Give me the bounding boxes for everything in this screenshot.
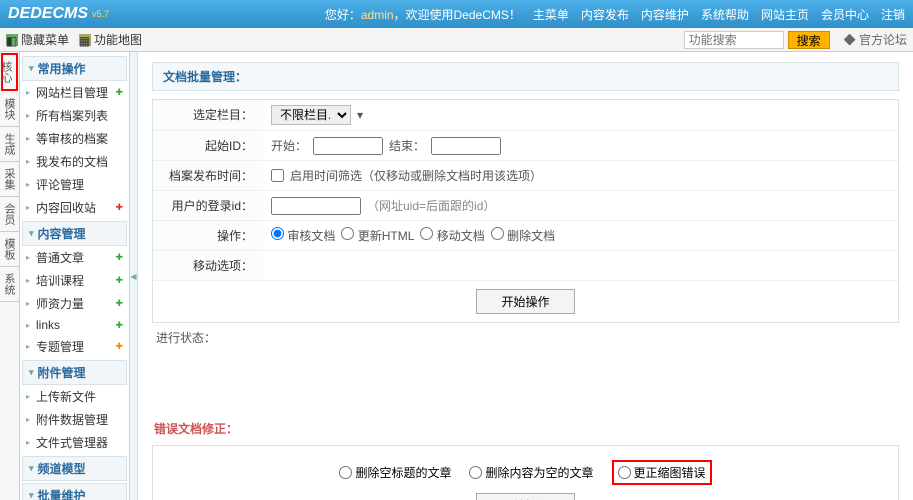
sitemap-icon: ▦ xyxy=(79,34,91,46)
userid-hint: （网址uid=后面跟的id） xyxy=(367,197,495,214)
sidebar-item[interactable]: 我发布的文档 xyxy=(22,150,127,173)
label-userid: 用户的登录id： xyxy=(153,191,263,220)
sidebar-group-head[interactable]: 内容管理 xyxy=(22,221,127,246)
toolbar: ◧ 隐藏菜单 ▦ 功能地图 搜索 ◆ 官方论坛 xyxy=(0,28,913,52)
tab-member[interactable]: 会员 xyxy=(0,197,19,232)
search-input[interactable] xyxy=(684,31,784,49)
sidebar-group-head[interactable]: 常用操作 xyxy=(22,56,127,81)
sidebar-item[interactable]: 评论管理 xyxy=(22,173,127,196)
nav-publish[interactable]: 内容发布 xyxy=(581,6,629,23)
version: v5.7 xyxy=(92,9,109,19)
label-start: 开始： xyxy=(271,137,307,154)
search-button[interactable]: 搜索 xyxy=(788,31,830,49)
add-icon[interactable]: ✚ xyxy=(115,320,123,331)
sidebar-group-head[interactable]: 批量维护 xyxy=(22,483,127,500)
start-button[interactable]: 开始操作 xyxy=(476,289,574,314)
batch-form: 选定栏目： 不限栏目... ▾ 起始ID： 开始： 结束： 档案发布时间： xyxy=(152,99,899,323)
sidebar-group-head[interactable]: 附件管理 xyxy=(22,360,127,385)
radio-html[interactable]: 更新HTML xyxy=(341,227,414,244)
splitter[interactable] xyxy=(130,52,138,500)
sidebar-item[interactable]: 上传新文件 xyxy=(22,385,127,408)
fix-start-button[interactable]: 开始操作 xyxy=(476,493,574,500)
user-link[interactable]: admin xyxy=(361,8,394,22)
logo: DEDECMS xyxy=(8,5,88,23)
welcome-text: 您好：admin，欢迎使用DedeCMS！ xyxy=(325,6,521,23)
label-end: 结束： xyxy=(389,137,425,154)
sidebar-item[interactable]: links✚ xyxy=(22,315,127,335)
sidebar-item[interactable]: 培训课程✚ xyxy=(22,269,127,292)
label-action: 操作： xyxy=(153,221,263,250)
label-moveopt: 移动选项： xyxy=(153,251,263,280)
radio-audit[interactable]: 审核文档 xyxy=(271,227,335,244)
nav-home[interactable]: 网站主页 xyxy=(761,6,809,23)
pubtime-checkbox[interactable] xyxy=(271,169,284,182)
radio-delete[interactable]: 删除文档 xyxy=(491,227,555,244)
chevron-down-icon: ▾ xyxy=(357,108,363,122)
fix-opt-empty-body[interactable]: 删除内容为空的文章 xyxy=(469,464,593,481)
fix-opt-thumb[interactable]: 更正缩图错误 xyxy=(612,460,712,485)
hide-menu-button[interactable]: ◧ 隐藏菜单 xyxy=(6,31,69,48)
add-icon[interactable]: ✚ xyxy=(115,341,123,352)
sidebar-item[interactable]: 网站栏目管理✚ xyxy=(22,81,127,104)
sidebar-item[interactable]: 所有档案列表 xyxy=(22,104,127,127)
tab-collect[interactable]: 采集 xyxy=(0,162,19,197)
forum-link[interactable]: ◆ 官方论坛 xyxy=(844,31,907,48)
main-content: 文档批量管理： 选定栏目： 不限栏目... ▾ 起始ID： 开始： 结束： xyxy=(138,52,913,500)
tab-system[interactable]: 系统 xyxy=(0,267,19,302)
menu-icon: ◧ xyxy=(6,34,18,46)
sidebar-item[interactable]: 文件式管理器 xyxy=(22,431,127,454)
tab-generate[interactable]: 生成 xyxy=(0,127,19,162)
fix-box: 删除空标题的文章 删除内容为空的文章 更正缩图错误 开始操作 xyxy=(152,445,899,500)
action-radios: 审核文档 更新HTML 移动文档 删除文档 xyxy=(263,221,898,250)
sidebar-item[interactable]: 等审核的档案 xyxy=(22,127,127,150)
pubtime-opt-text: 启用时间筛选（仅移动或删除文档时用该选项） xyxy=(290,167,542,184)
nav-maintain[interactable]: 内容维护 xyxy=(641,6,689,23)
tab-core[interactable]: 核心 xyxy=(1,53,18,91)
left-tabs: 核心 模块 生成 采集 会员 模板 系统 xyxy=(0,52,20,500)
userid-input[interactable] xyxy=(271,197,361,215)
sidebar-item[interactable]: 内容回收站✚ xyxy=(22,196,127,219)
sidebar-item[interactable]: 附件数据管理 xyxy=(22,408,127,431)
sitemap-button[interactable]: ▦ 功能地图 xyxy=(79,31,142,48)
label-startid: 起始ID： xyxy=(153,131,263,160)
end-input[interactable] xyxy=(431,137,501,155)
status-label: 进行状态： xyxy=(152,323,899,352)
nav-member[interactable]: 会员中心 xyxy=(821,6,869,23)
add-icon[interactable]: ✚ xyxy=(115,275,123,286)
sidebar: 常用操作网站栏目管理✚所有档案列表等审核的档案我发布的文档评论管理内容回收站✚内… xyxy=(20,52,130,500)
tab-module[interactable]: 模块 xyxy=(0,92,19,127)
add-icon[interactable]: ✚ xyxy=(115,298,123,309)
sidebar-item[interactable]: 普通文章✚ xyxy=(22,246,127,269)
add-icon[interactable]: ✚ xyxy=(115,252,123,263)
sidebar-item[interactable]: 专题管理✚ xyxy=(22,335,127,358)
add-icon[interactable]: ✚ xyxy=(115,202,123,213)
tab-template[interactable]: 模板 xyxy=(0,232,19,267)
fix-opt-empty-title[interactable]: 删除空标题的文章 xyxy=(339,464,451,481)
sidebar-group-head[interactable]: 频道模型 xyxy=(22,456,127,481)
sidebar-item[interactable]: 师资力量✚ xyxy=(22,292,127,315)
app-header: DEDECMS v5.7 您好：admin，欢迎使用DedeCMS！ 主菜单 内… xyxy=(0,0,913,28)
fix-title: 错误文档修正： xyxy=(152,412,899,445)
header-links: 您好：admin，欢迎使用DedeCMS！ 主菜单 内容发布 内容维护 系统帮助… xyxy=(325,6,905,23)
add-icon[interactable]: ✚ xyxy=(115,87,123,98)
radio-move[interactable]: 移动文档 xyxy=(420,227,484,244)
nav-help[interactable]: 系统帮助 xyxy=(701,6,749,23)
nav-logout[interactable]: 注销 xyxy=(881,6,905,23)
page-title: 文档批量管理： xyxy=(152,62,899,91)
start-input[interactable] xyxy=(313,137,383,155)
label-column: 选定栏目： xyxy=(153,100,263,130)
label-pubtime: 档案发布时间： xyxy=(153,161,263,190)
column-select[interactable]: 不限栏目... xyxy=(271,105,351,125)
nav-main[interactable]: 主菜单 xyxy=(533,6,569,23)
